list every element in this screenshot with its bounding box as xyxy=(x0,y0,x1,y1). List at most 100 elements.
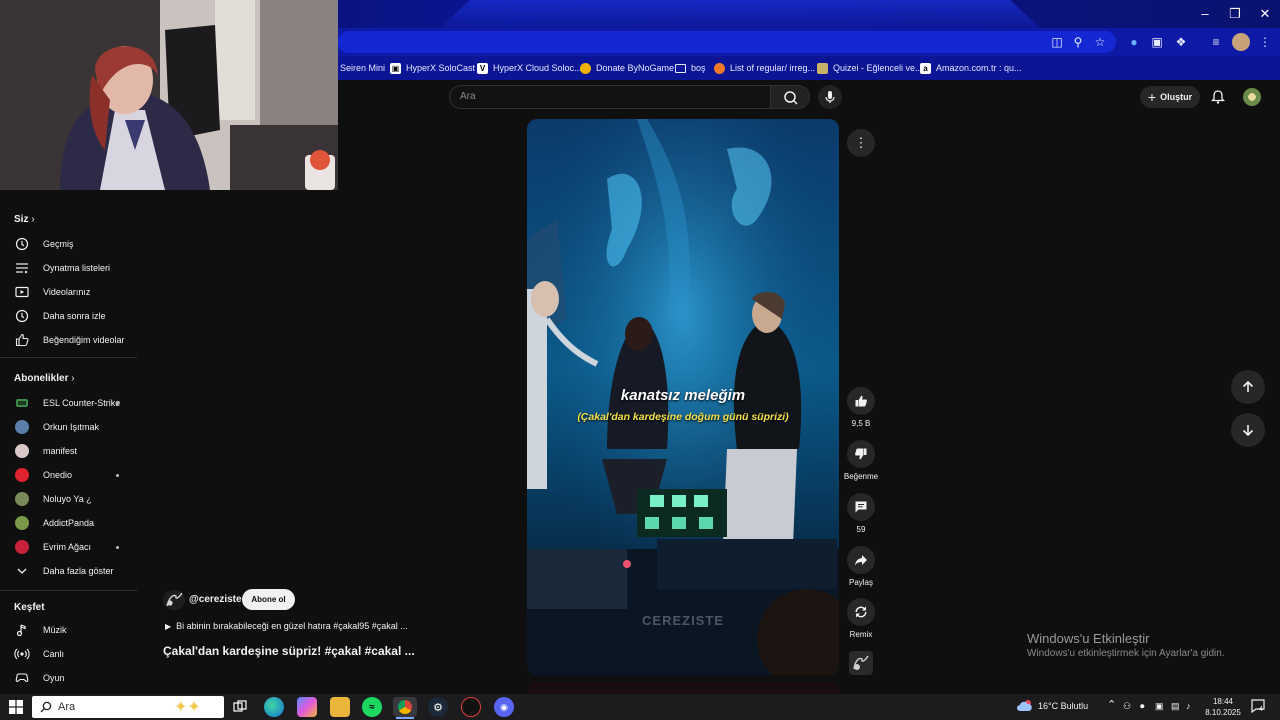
windows-activation-title: Windows'u Etkinleştir xyxy=(1027,631,1150,646)
zoom-icon[interactable]: ⚲ xyxy=(1069,33,1087,51)
windows-start-icon[interactable] xyxy=(9,700,23,714)
gaming-icon xyxy=(14,670,30,686)
menu-kebab-icon[interactable]: ⋮ xyxy=(1256,33,1274,51)
profile-avatar[interactable] xyxy=(1232,33,1250,51)
bookmark-amazon[interactable]: a Amazon.com.tr : qu... xyxy=(920,58,1022,78)
sidebar-sub-addictpanda[interactable]: AddictPanda xyxy=(0,512,137,534)
channel-name[interactable]: @cereziste xyxy=(189,594,242,605)
sidebar-item-playlists[interactable]: Oynatma listeleri xyxy=(0,257,137,279)
video-caption-sub: (Çakal'dan kardeşine doğum günü süprizi) xyxy=(577,411,789,423)
network-icon[interactable]: ▤ xyxy=(1171,701,1180,712)
sidebar-sub-noluyo-ya[interactable]: Noluyo Ya ¿ xyxy=(0,488,137,510)
sidebar-item-gaming[interactable]: Oyun xyxy=(0,667,137,689)
translate-icon[interactable]: ▣ xyxy=(1148,33,1166,51)
clock[interactable]: 18:44 8.10.2025 xyxy=(1203,696,1243,718)
arrow-down-icon xyxy=(1242,425,1254,437)
account-avatar[interactable] xyxy=(1243,88,1261,106)
omnibox[interactable] xyxy=(338,31,1116,53)
sidebar-you-heading[interactable]: Siz › xyxy=(14,214,35,225)
quizei-icon xyxy=(817,62,828,74)
weather-cloud-icon xyxy=(1016,699,1034,713)
bookmark-folder-bos[interactable]: boş xyxy=(675,58,706,78)
next-video-peek xyxy=(527,682,839,694)
chrome-icon[interactable] xyxy=(393,697,417,717)
spotify-icon[interactable]: ≈ xyxy=(362,697,382,717)
sidebar-divider xyxy=(0,357,137,358)
bookmark-donate-bynogame[interactable]: Donate ByNoGame xyxy=(580,58,674,78)
sidebar-sub-esl-counter-strike[interactable]: ESL Counter-Strike xyxy=(0,392,137,414)
sidebar-item-your-videos[interactable]: Videolarınız xyxy=(0,281,137,303)
volume-icon[interactable]: ♪ xyxy=(1186,701,1191,711)
music-icon xyxy=(14,622,30,638)
amazon-icon: a xyxy=(920,62,931,74)
voice-search-button[interactable] xyxy=(818,85,842,109)
notification-count: 4 xyxy=(1259,706,1263,713)
search-icon xyxy=(784,91,798,105)
audio-thumbnail[interactable] xyxy=(849,651,873,675)
sidebar-explore-heading: Keşfet xyxy=(14,602,45,613)
comments-button[interactable] xyxy=(847,493,875,521)
notifications-bell-icon[interactable] xyxy=(1210,89,1226,105)
sidebar-sub-orkun-isitmak[interactable]: Orkun Işıtmak xyxy=(0,416,137,438)
weather-text[interactable]: 16°C Bulutlu xyxy=(1038,701,1088,711)
obs-icon[interactable] xyxy=(461,697,481,717)
search-button[interactable] xyxy=(770,85,810,109)
channel-avatar xyxy=(14,467,30,483)
tray-app-icon[interactable]: ⚇ xyxy=(1123,701,1131,712)
share-button[interactable] xyxy=(847,546,875,574)
extension-icon[interactable]: ● xyxy=(1125,33,1143,51)
media-control-icon[interactable]: ≡ xyxy=(1207,33,1225,51)
sidebar-item-liked-videos[interactable]: Beğendiğim videolar xyxy=(0,329,137,351)
bookmark-list-of-regular[interactable]: List of regular/ irreg... xyxy=(714,58,815,78)
remix-label: Remix xyxy=(849,630,873,639)
restore-icon[interactable]: ❐ xyxy=(1220,4,1250,24)
subscribe-button[interactable]: Abone ol xyxy=(242,589,295,610)
sidebar-item-watch-later[interactable]: Daha sonra izle xyxy=(0,305,137,327)
minimize-icon[interactable]: – xyxy=(1190,4,1220,24)
bookmark-hyperx-cloud[interactable]: V HyperX Cloud Soloc... xyxy=(477,58,582,78)
install-app-icon[interactable]: ◫ xyxy=(1048,33,1066,51)
sidebar-subscriptions-heading[interactable]: Abonelikler › xyxy=(14,373,75,384)
show-hidden-icons-chevron-icon[interactable]: ⌃ xyxy=(1107,698,1116,711)
file-explorer-icon[interactable] xyxy=(330,697,350,717)
dislike-button[interactable] xyxy=(847,440,875,468)
more-options-button[interactable]: ⋮ xyxy=(847,129,875,157)
bookmark-star-icon[interactable]: ☆ xyxy=(1091,33,1109,51)
bookmark-seiren-mini[interactable]: Seiren Mini xyxy=(340,58,385,78)
sidebar-divider xyxy=(0,590,137,591)
sidebar-show-more[interactable]: Daha fazla göster xyxy=(0,560,137,582)
microphone-icon[interactable]: ⏺ xyxy=(1140,701,1145,712)
edge-icon[interactable] xyxy=(264,697,284,717)
sidebar-sub-manifest[interactable]: manifest xyxy=(0,440,137,462)
live-icon xyxy=(14,646,30,662)
sidebar-sub-onedio[interactable]: Onedio xyxy=(0,464,137,486)
video-title[interactable]: Çakal'dan kardeşine süpriz! #çakal #caka… xyxy=(163,644,415,658)
task-view-icon[interactable] xyxy=(230,697,250,717)
chevron-right-icon: › xyxy=(71,373,75,384)
channel-avatar xyxy=(14,443,30,459)
close-icon[interactable]: ✕ xyxy=(1250,4,1280,24)
sidebar-item-live[interactable]: Canlı xyxy=(0,643,137,665)
like-button[interactable] xyxy=(847,387,875,415)
dislike-label: Beğenme xyxy=(843,472,879,481)
next-video-button[interactable] xyxy=(1231,413,1265,447)
sidebar-item-history[interactable]: Geçmiş xyxy=(0,233,137,255)
previous-video-button[interactable] xyxy=(1231,370,1265,404)
bookmark-quizei[interactable]: Quizei - Eğlenceli ve... xyxy=(817,58,923,78)
create-button[interactable]: + Oluştur xyxy=(1140,86,1200,108)
shorts-video-player[interactable]: kanatsız meleğim (Çakal'dan kardeşine do… xyxy=(527,119,839,675)
watch-later-icon xyxy=(14,308,30,324)
search-input[interactable]: Ara xyxy=(449,85,771,109)
discord-icon[interactable]: ◉ xyxy=(494,697,514,717)
copilot-icon[interactable] xyxy=(297,697,317,717)
sidebar-sub-evrim-agaci[interactable]: Evrim Ağacı xyxy=(0,536,137,558)
bookmark-hyperx-solocast[interactable]: ▣ HyperX SoloCast xyxy=(390,58,475,78)
remix-button[interactable] xyxy=(847,598,875,626)
sidebar-item-music[interactable]: Müzik xyxy=(0,619,137,641)
extensions-puzzle-icon[interactable]: ❖ xyxy=(1172,33,1190,51)
video-description[interactable]: ▶ Bi abinin bırakabileceği en güzel hatır… xyxy=(165,621,408,631)
steam-icon[interactable]: ⚙ xyxy=(428,697,448,717)
channel-avatar[interactable] xyxy=(163,590,185,610)
remix-icon xyxy=(855,606,867,618)
tray-device-icon[interactable]: ▣ xyxy=(1155,701,1164,712)
